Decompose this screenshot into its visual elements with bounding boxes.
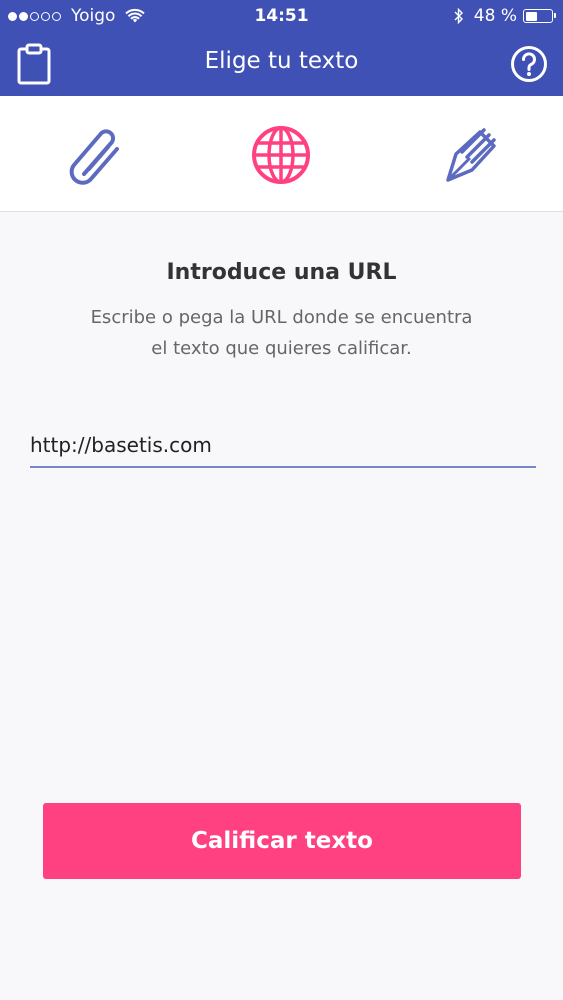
pen-nib-icon [446,128,496,182]
tab-url[interactable] [246,120,316,190]
rate-text-button[interactable]: Calificar texto [43,803,521,879]
battery-icon [523,9,556,23]
app-screen: Yoigo 14:51 48 % Elige tu texto Introduc… [0,0,563,1000]
section-description: Escribe o pega la URL donde se encuentra… [60,302,503,364]
status-bar: Yoigo 14:51 48 % [0,0,563,32]
bluetooth-icon [454,7,463,25]
description-line: el texto que quieres calificar. [151,338,412,359]
battery-level [525,11,538,21]
battery-percentage: 48 % [473,6,517,26]
globe-icon [252,126,310,184]
description-line: Escribe o pega la URL donde se encuentra [90,307,473,328]
page-title: Elige tu texto [204,48,359,74]
help-button[interactable] [509,42,549,86]
paperclip-icon [69,129,119,185]
url-input[interactable] [30,424,536,468]
tab-attachment[interactable] [60,120,130,190]
tab-write[interactable] [434,120,504,190]
source-selector [0,96,563,212]
app-bar: Yoigo 14:51 48 % Elige tu texto [0,0,563,96]
section-title: Introduce una URL [166,260,397,285]
help-icon [511,46,547,82]
status-right: 48 % [454,6,556,26]
